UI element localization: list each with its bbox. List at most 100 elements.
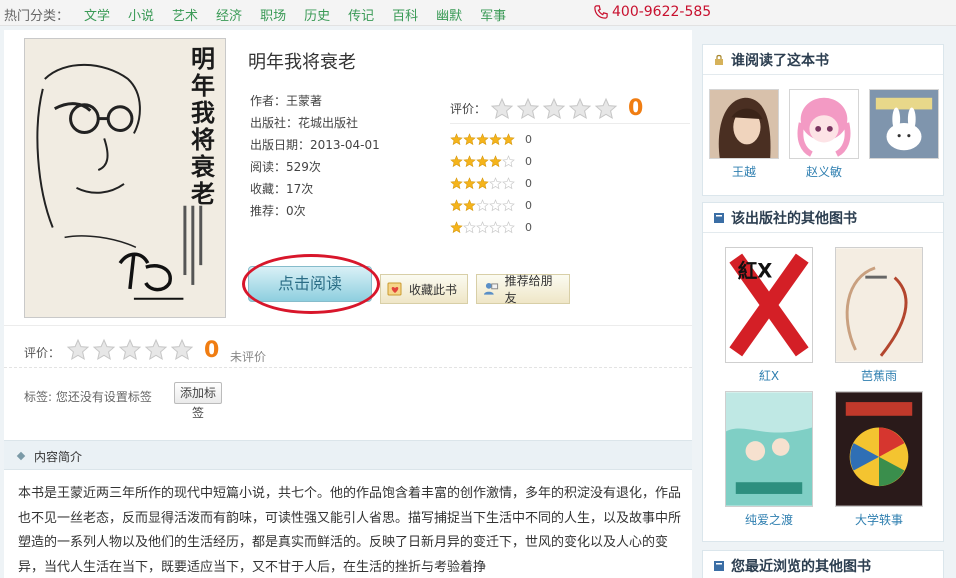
recommend-button[interactable]: 推荐给朋友 (476, 274, 570, 305)
star-filled-icon (502, 132, 515, 146)
category-links: 文学 小说 艺术 经济 职场 历史 传记 百科 幽默 军事 (84, 5, 524, 24)
star-empty-icon (542, 97, 566, 121)
star-filled-icon (489, 132, 502, 146)
star-empty-icon (476, 220, 489, 234)
rating-distribution-count: 0 (525, 132, 532, 146)
category-link[interactable]: 军事 (480, 5, 506, 24)
book-detail: 明年我将衰老 明年我将衰老 作者：王蒙著 出版社：花城出版社 出版日期：2013… (4, 30, 692, 326)
readers-box: 谁阅读了这本书 王越 赵义敏 (702, 44, 944, 196)
intro-title: 内容简介 (34, 450, 83, 464)
book-cover-thumb[interactable] (835, 391, 923, 507)
star-rate-icon[interactable] (170, 338, 194, 362)
publisher-book-name[interactable]: 紅X (725, 367, 813, 384)
avatar-anime-girl[interactable] (789, 89, 859, 159)
category-link[interactable]: 经济 (216, 5, 242, 24)
category-link[interactable]: 文学 (84, 5, 110, 24)
my-rating-score: 0 (204, 338, 220, 363)
publisher-books-box: 该出版社的其他图书 紅X 紅X 芭蕉雨 纯爱之渡 大学轶事 (702, 202, 944, 542)
rating-distribution-count: 0 (525, 154, 532, 168)
category-link[interactable]: 小说 (128, 5, 154, 24)
right-sidebar: 谁阅读了这本书 王越 赵义敏 该出版社的其他图书 紅X 紅X 芭蕉雨 纯爱之渡 … (696, 30, 956, 578)
star-empty-icon (489, 220, 502, 234)
book-recommends: 推荐：0次 (250, 204, 306, 218)
category-link[interactable]: 职场 (260, 5, 286, 24)
publisher-book-name[interactable]: 纯爱之渡 (725, 511, 813, 528)
category-link[interactable]: 百科 (392, 5, 418, 24)
star-filled-icon (463, 154, 476, 168)
avatar-long-hair[interactable] (709, 89, 779, 159)
intro-header: 内容简介 (4, 440, 692, 470)
cover-title: 明年我将衰老 (191, 44, 215, 208)
publisher-book-name[interactable]: 芭蕉雨 (835, 367, 923, 384)
book-reads: 阅读：529次 (250, 160, 321, 174)
favorite-label: 收藏此书 (409, 282, 458, 297)
recommend-label: 推荐给朋友 (504, 274, 553, 305)
book-main-panel: 明年我将衰老 明年我将衰老 作者：王蒙著 出版社：花城出版社 出版日期：2013… (4, 30, 692, 578)
star-empty-icon (489, 176, 502, 190)
tags-row: 标签: 您还没有设置标签 添加标签 (4, 374, 692, 430)
reader-item[interactable]: 赵义敏 (789, 89, 859, 180)
intro-text: 本书是王蒙近两三年所作的现代中短篇小说，共七个。他的作品饱含着丰富的创作激情，多… (18, 486, 682, 575)
book-cover-thumb[interactable] (725, 391, 813, 507)
my-rating-stars (66, 338, 196, 362)
star-empty-icon (516, 97, 540, 121)
reader-name[interactable]: 王越 (709, 163, 779, 180)
star-filled-icon (476, 176, 489, 190)
book-cover: 明年我将衰老 (24, 38, 226, 318)
star-filled-icon (489, 154, 502, 168)
publisher-books-title: 该出版社的其他图书 (731, 210, 857, 227)
publisher-book[interactable]: 紅X 紅X (725, 247, 813, 384)
my-rating-label: 评价： (24, 346, 61, 360)
category-link[interactable]: 历史 (304, 5, 330, 24)
star-rate-icon[interactable] (92, 338, 116, 362)
publisher-book[interactable]: 纯爱之渡 (725, 391, 813, 528)
readers-title: 谁阅读了这本书 (731, 52, 829, 69)
book-cover-thumb[interactable] (835, 247, 923, 363)
reader-item[interactable]: 王越 (709, 89, 779, 180)
star-rate-icon[interactable] (66, 338, 90, 362)
publisher-book-name[interactable]: 大学轶事 (835, 511, 923, 528)
read-button[interactable]: 点击阅读 (248, 266, 372, 302)
category-link[interactable]: 艺术 (172, 5, 198, 24)
star-empty-icon (476, 198, 489, 212)
book-title: 明年我将衰老 (248, 52, 356, 73)
book-icon (713, 560, 725, 572)
share-user-icon (483, 281, 499, 297)
hotline: 400-9622-585 (594, 4, 711, 20)
star-filled-icon (476, 132, 489, 146)
rating-score: 0 (628, 96, 644, 121)
publisher-book[interactable]: 芭蕉雨 (835, 247, 923, 384)
book-icon (713, 212, 725, 224)
reader-item[interactable] (869, 89, 939, 163)
star-filled-icon (463, 198, 476, 212)
rating-distribution-count: 0 (525, 220, 532, 234)
publisher-books-header: 该出版社的其他图书 (703, 203, 943, 233)
star-filled-icon (450, 132, 463, 146)
rating-distribution-count: 0 (525, 198, 532, 212)
tags-text: 标签: 您还没有设置标签 (24, 390, 152, 404)
star-rate-icon[interactable] (144, 338, 168, 362)
rating-distribution: 0 0 0 0 0 (450, 128, 690, 238)
book-cover-thumb[interactable]: 紅X (725, 247, 813, 363)
avatar-bunny[interactable] (869, 89, 939, 159)
phone-number: 400-9622-585 (612, 4, 712, 20)
star-rate-icon[interactable] (118, 338, 142, 362)
book-author: 作者：王蒙著 (250, 94, 323, 108)
star-filled-icon (450, 220, 463, 234)
star-filled-icon (450, 176, 463, 190)
star-filled-icon (463, 132, 476, 146)
star-empty-icon (489, 198, 502, 212)
recent-books-title: 您最近浏览的其他图书 (731, 559, 871, 575)
category-link[interactable]: 幽默 (436, 5, 462, 24)
add-tag-button[interactable]: 添加标签 (174, 382, 222, 420)
star-filled-icon (450, 154, 463, 168)
reader-name[interactable]: 赵义敏 (789, 163, 859, 180)
phone-icon (594, 5, 608, 19)
star-empty-icon (502, 176, 515, 190)
favorite-button[interactable]: 收藏此书 (380, 274, 468, 304)
publisher-book[interactable]: 大学轶事 (835, 391, 923, 528)
rating-label: 评价： (450, 102, 487, 116)
category-link[interactable]: 传记 (348, 5, 374, 24)
book-pub-date: 出版日期：2013-04-01 (250, 138, 380, 152)
recent-books-box: 您最近浏览的其他图书 (702, 550, 944, 578)
